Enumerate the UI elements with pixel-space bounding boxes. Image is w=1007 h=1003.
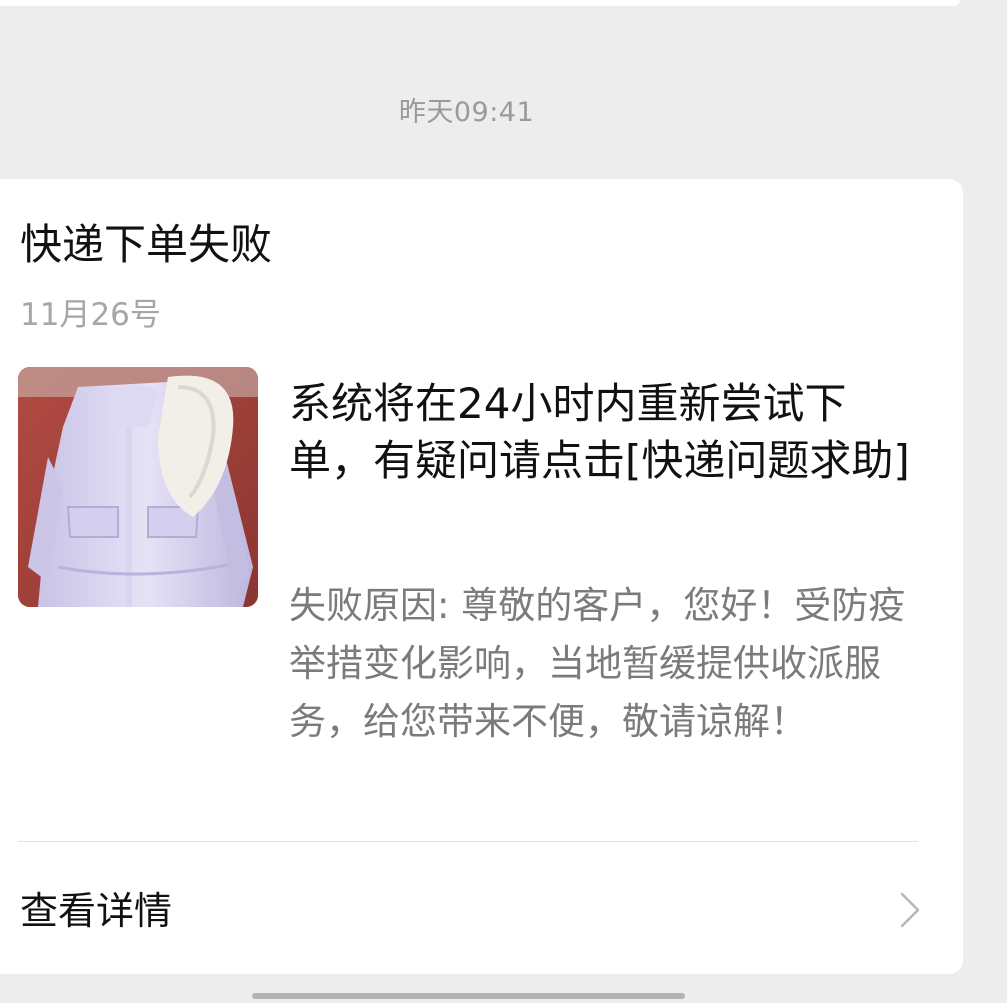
message-title: 系统将在24小时内重新尝试下单，有疑问请点击[快递问题求助]: [289, 379, 910, 485]
product-thumbnail[interactable]: [18, 367, 258, 607]
chevron-right-icon: [900, 892, 920, 928]
message-description: 失败原因: 尊敬的客户，您好！受防疫举措变化影响，当地暂缓提供收派服务，给您带来…: [289, 584, 906, 743]
jacket-image: [18, 367, 258, 607]
card-title: 快递下单失败: [20, 220, 273, 269]
view-details-label: 查看详情: [20, 889, 173, 933]
message-timestamp: 昨天09:41: [398, 97, 535, 128]
notification-card[interactable]: 快递下单失败 11月26号 系统将在24小时内重新尝试下单，有疑问请点击[快递问…: [0, 179, 963, 974]
previous-message-edge: [0, 0, 960, 6]
view-details-button[interactable]: 查看详情: [0, 842, 963, 974]
card-date: 11月26号: [20, 297, 161, 333]
home-indicator[interactable]: [252, 993, 685, 999]
